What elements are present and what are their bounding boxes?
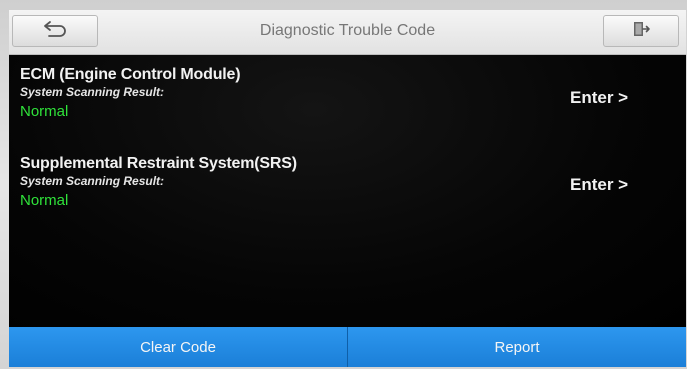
module-item-ecm[interactable]: ECM (Engine Control Module) System Scann…: [20, 66, 580, 120]
exit-door-icon: [631, 20, 651, 43]
report-button[interactable]: Report: [348, 327, 686, 367]
screen: Diagnostic Trouble Code ECM (Engine Cont…: [9, 10, 686, 367]
bottom-action-bar: Clear Code Report: [9, 327, 686, 367]
module-status: Normal: [20, 103, 69, 120]
module-list: ECM (Engine Control Module) System Scann…: [9, 55, 686, 327]
module-subtitle: System Scanning Result:: [20, 174, 165, 188]
enter-button-srs[interactable]: Enter >: [570, 175, 628, 195]
module-item-srs[interactable]: Supplemental Restraint System(SRS) Syste…: [20, 155, 580, 209]
module-name: Supplemental Restraint System(SRS): [20, 155, 297, 172]
module-subtitle: System Scanning Result:: [20, 85, 165, 99]
module-status: Normal: [20, 192, 69, 209]
enter-button-ecm[interactable]: Enter >: [570, 88, 628, 108]
exit-button[interactable]: [603, 15, 679, 47]
module-name: ECM (Engine Control Module): [20, 66, 241, 83]
clear-code-button[interactable]: Clear Code: [9, 327, 348, 367]
page-title: Diagnostic Trouble Code: [259, 22, 436, 39]
title-bar: Diagnostic Trouble Code: [9, 10, 686, 55]
